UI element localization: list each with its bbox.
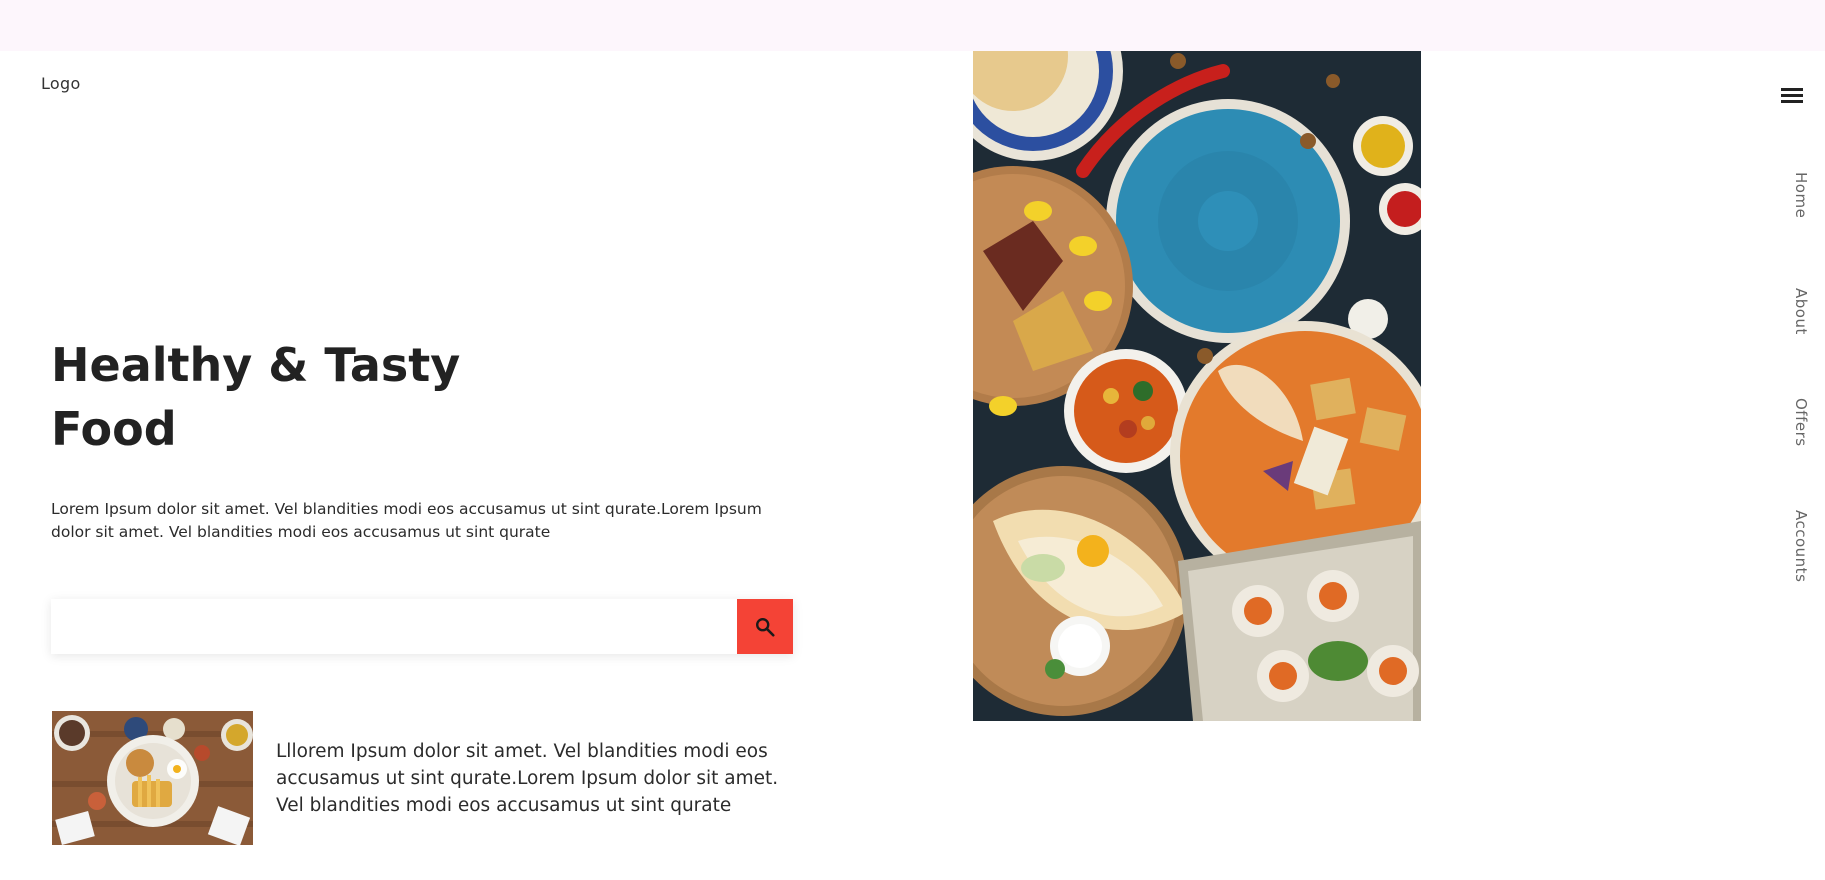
hero-title-line-2: Food [51,402,177,456]
hero-food-image [973,51,1421,721]
logo[interactable]: Logo [41,74,81,93]
search-button[interactable] [737,599,793,654]
nav-item-about[interactable]: About [1792,288,1810,335]
nav-item-accounts[interactable]: Accounts [1792,510,1810,582]
nav-item-offers[interactable]: Offers [1792,398,1810,447]
hamburger-icon[interactable] [1781,86,1803,106]
feature-food-image [52,711,253,845]
top-bar [0,0,1825,51]
search-bar [51,599,793,654]
nav-item-home[interactable]: Home [1792,172,1810,218]
hero-title: Healthy & Tasty Food [51,333,571,461]
hero-description: Lorem Ipsum dolor sit amet. Vel blanditi… [51,500,762,541]
feature-text: Lllorem Ipsum dolor sit amet. Vel blandi… [276,741,779,816]
hero-title-line-1: Healthy & Tasty [51,338,461,392]
search-input[interactable] [51,599,737,654]
search-icon [756,617,775,637]
